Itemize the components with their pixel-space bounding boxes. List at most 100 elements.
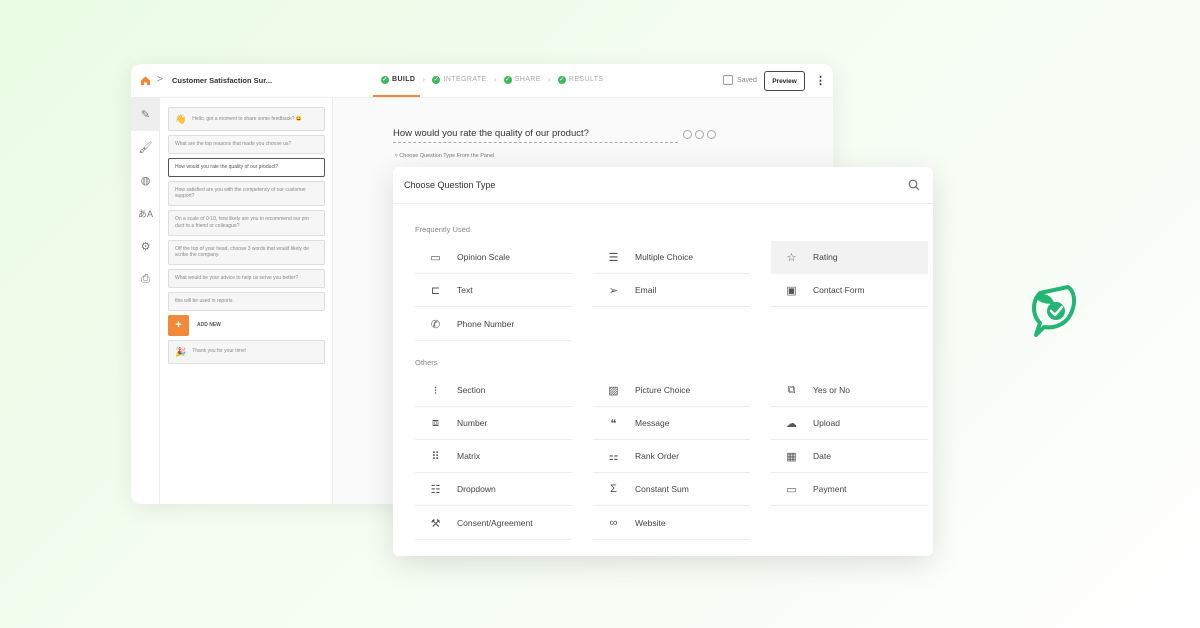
picture-icon: ▨: [608, 384, 619, 397]
check-icon: ✓: [432, 75, 441, 84]
type-yes-or-no[interactable]: ⧉ Yes or No: [771, 374, 928, 407]
info-icon[interactable]: [695, 130, 704, 139]
question-controls: [683, 130, 716, 139]
type-number[interactable]: ⧈ Number: [415, 407, 572, 440]
thank-you-screen-item[interactable]: 🎉 Thank you for your time!: [168, 339, 325, 364]
question-item[interactable]: On a scale of 0-10, how likely are you t…: [168, 210, 325, 236]
brand-bird-logo-icon: [1032, 285, 1077, 337]
question-type-hint: ▿ Choose Question Type From the Panel: [395, 153, 495, 159]
save-icon: [723, 75, 733, 85]
step-build[interactable]: ✓ BUILD: [381, 75, 415, 84]
gavel-icon: ⚒: [430, 517, 441, 530]
workflow-steps: ✓ BUILD › ✓ INTEGRATE › ✓ SHARE › ✓ RESULTS: [381, 75, 603, 84]
yes-no-icon: ⧉: [787, 383, 796, 396]
rail-build[interactable]: ✎: [131, 98, 160, 131]
question-item[interactable]: this will be used in reports: [168, 291, 325, 311]
type-website[interactable]: ∞ Website: [593, 507, 750, 540]
top-bar: > Customer Satisfaction Sur... ✓ BUILD › …: [131, 64, 833, 98]
chevron-right-icon: ›: [493, 75, 497, 84]
text-icon: ⊏: [430, 284, 441, 297]
star-icon: ☆: [786, 251, 797, 264]
step-share[interactable]: ✓ SHARE: [503, 75, 541, 84]
type-contact-form[interactable]: ▣ Contact Form: [771, 274, 928, 307]
cloud-upload-icon: ☁: [786, 417, 797, 430]
question-item[interactable]: What are the top reasons that made you c…: [168, 135, 325, 154]
remove-icon[interactable]: [707, 130, 716, 139]
card-icon: ▭: [786, 483, 797, 496]
question-item[interactable]: What would be your advice to help us ser…: [168, 269, 325, 288]
type-matrix[interactable]: ⠿ Matrix: [415, 440, 572, 473]
question-item[interactable]: How satisfied are you with the competenc…: [168, 180, 325, 207]
type-consent-agreement[interactable]: ⚒ Consent/Agreement: [415, 507, 572, 540]
rail-print[interactable]: ⎙: [131, 263, 160, 296]
welcome-screen-item[interactable]: 👋 Hello, got a moment to share some feed…: [168, 107, 325, 132]
type-text[interactable]: ⊏ Text: [415, 274, 572, 307]
number-icon: ⧈: [432, 416, 439, 429]
question-item-selected[interactable]: How would you rate the quality of our pr…: [168, 157, 325, 177]
more-options-icon[interactable]: ⋮: [815, 74, 826, 87]
type-message[interactable]: ❝ Message: [593, 407, 750, 440]
printer-icon: ⎙: [141, 273, 150, 285]
rail-languages[interactable]: ◍: [131, 164, 160, 197]
type-multiple-choice[interactable]: ☰ Multiple Choice: [593, 241, 750, 274]
phone-icon: ✆: [430, 318, 441, 331]
breadcrumb-separator: >: [157, 74, 163, 85]
rail-translate[interactable]: あA: [131, 197, 160, 230]
type-upload[interactable]: ☁ Upload: [771, 407, 928, 440]
type-section[interactable]: ⁝ Section: [415, 374, 572, 407]
wave-hand-icon: 👋: [175, 114, 187, 124]
type-dropdown[interactable]: ☷ Dropdown: [415, 473, 572, 506]
type-picture-choice[interactable]: ▨ Picture Choice: [593, 374, 750, 407]
plus-icon: +: [168, 314, 189, 336]
chevron-right-icon: ›: [422, 75, 426, 84]
survey-title[interactable]: Customer Satisfaction Sur...: [172, 76, 272, 85]
multiple-choice-icon: ☰: [608, 251, 619, 264]
contact-card-icon: ▣: [786, 284, 797, 297]
matrix-icon: ⠿: [431, 450, 440, 463]
search-icon[interactable]: [908, 179, 920, 191]
type-rating[interactable]: ☆ Rating: [771, 241, 928, 274]
sigma-icon: Σ: [610, 483, 617, 495]
calendar-icon: ▦: [786, 450, 797, 463]
active-step-underline: [373, 95, 420, 97]
type-opinion-scale[interactable]: ▭ Opinion Scale: [415, 241, 572, 274]
saved-status: Saved: [723, 75, 757, 85]
dropdown-icon: ☷: [430, 483, 441, 496]
party-popper-icon: 🎉: [175, 346, 187, 357]
check-icon: ✓: [557, 75, 566, 84]
quote-icon: ❝: [610, 417, 617, 430]
check-icon: ✓: [503, 75, 512, 84]
type-phone-number[interactable]: ✆ Phone Number: [415, 308, 572, 341]
preview-button[interactable]: Preview: [764, 71, 805, 91]
copy-icon[interactable]: [683, 130, 692, 139]
add-new-button[interactable]: + ADD NEW: [168, 314, 325, 336]
type-date[interactable]: ▦ Date: [771, 440, 928, 473]
rail-design[interactable]: 🖌: [131, 131, 160, 164]
step-integrate[interactable]: ✓ INTEGRATE: [432, 75, 486, 84]
translate-icon: あA: [137, 209, 153, 219]
chevron-right-icon: ›: [547, 75, 551, 84]
type-email[interactable]: ➢ Email: [593, 274, 750, 307]
brush-icon: 🖌: [138, 142, 153, 154]
type-payment[interactable]: ▭ Payment: [771, 473, 928, 506]
question-title-input[interactable]: How would you rate the quality of our pr…: [393, 128, 678, 143]
left-rail: ✎ 🖌 ◍ あA ⚙ ⎙: [131, 98, 160, 504]
step-results[interactable]: ✓ RESULTS: [557, 75, 604, 84]
gear-icon: ⚙: [140, 241, 151, 253]
link-icon: ∞: [609, 517, 618, 529]
question-list: 👋 Hello, got a moment to share some feed…: [161, 98, 333, 504]
panel-header: Choose Question Type: [393, 167, 933, 204]
rank-order-icon: ⚏: [608, 450, 619, 463]
question-item[interactable]: Off the top of your head, choose 3 words…: [168, 239, 325, 266]
frequently-used-label: Frequently Used: [415, 225, 471, 234]
check-icon: ✓: [381, 75, 389, 84]
type-constant-sum[interactable]: Σ Constant Sum: [593, 473, 750, 506]
globe-icon: ◍: [140, 175, 151, 187]
rail-settings[interactable]: ⚙: [131, 230, 160, 263]
home-icon[interactable]: [140, 75, 151, 86]
paper-plane-icon: ➢: [608, 284, 619, 297]
pencil-icon: ✎: [140, 109, 151, 121]
opinion-scale-icon: ▭: [430, 251, 441, 264]
type-rank-order[interactable]: ⚏ Rank Order: [593, 440, 750, 473]
question-type-panel: Choose Question Type Frequently Used ▭ O…: [393, 167, 933, 556]
